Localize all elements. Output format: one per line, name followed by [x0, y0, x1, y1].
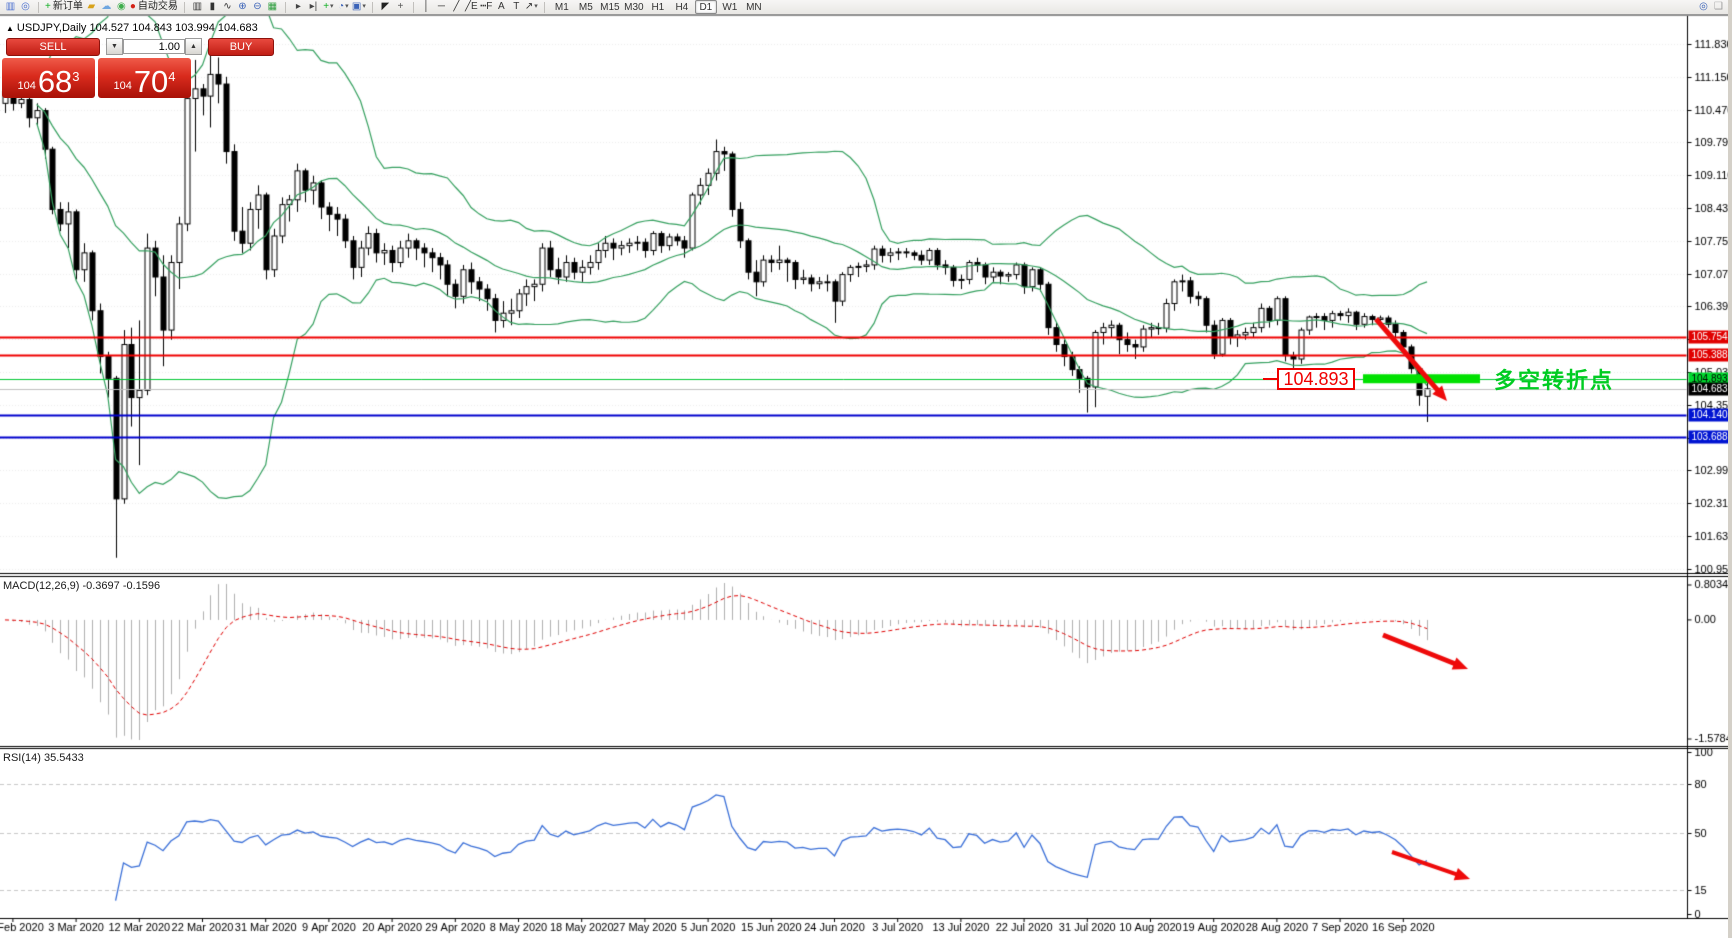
candle-chart-icon[interactable]: ▮: [206, 1, 219, 13]
bid-pip: 3: [72, 69, 79, 84]
fibonacci-icon[interactable]: ┅F: [480, 1, 493, 13]
text-icon[interactable]: A: [495, 1, 508, 13]
tile-windows-icon[interactable]: ▦: [266, 1, 279, 13]
autotrade-icon-label: 自动交易: [138, 2, 178, 12]
chevron-down-icon: ▾: [534, 2, 538, 12]
toolbar-separator: [184, 2, 185, 13]
one-click-trade-row: SELL ▼ 1.00 ▲ BUY: [6, 38, 274, 55]
ask-prefix: 104: [113, 80, 131, 92]
new-order-icon[interactable]: +新订单: [45, 1, 83, 13]
timeframe-w1[interactable]: W1: [719, 0, 741, 14]
timeframe-mn[interactable]: MN: [743, 0, 765, 14]
bid-main: 68: [38, 68, 72, 96]
chevron-down-icon: ▾: [362, 2, 366, 12]
new-order-icon-label: 新订单: [53, 2, 83, 12]
timeframe-d1[interactable]: D1: [695, 0, 717, 14]
mt4-window: ▥◎+新订单▰☁◉●自动交易▥▮∿⊕⊖▦▸▸|+▾◔▾▣▾◤+│─╱╱E┅FAT…: [0, 0, 1732, 938]
ask-panel[interactable]: 104704: [98, 58, 191, 98]
timeframe-m1[interactable]: M1: [551, 0, 573, 14]
price-annotation-box[interactable]: 104.893: [1277, 368, 1355, 390]
channel-icon[interactable]: ╱E: [465, 1, 478, 13]
line-chart-icon[interactable]: ∿: [221, 1, 234, 13]
horizontal-line-icon[interactable]: ─: [435, 1, 448, 13]
sell-button[interactable]: SELL: [6, 38, 100, 56]
volume-up-button[interactable]: ▲: [185, 38, 202, 55]
mql5-cloud-icon[interactable]: ☁: [100, 1, 113, 13]
chat-icon[interactable]: ❑: [1712, 1, 1725, 13]
ask-pip: 4: [168, 69, 175, 84]
quote-panels: 104683 104704: [2, 58, 194, 98]
ask-main: 70: [134, 68, 168, 96]
autotrade-icon[interactable]: ●自动交易: [130, 1, 178, 13]
timeframe-m15[interactable]: M15: [599, 0, 621, 14]
templates-icon[interactable]: ▣▾: [352, 1, 366, 13]
timeframe-h4[interactable]: H4: [671, 0, 693, 14]
bar-chart-icon[interactable]: ▥: [191, 1, 204, 13]
bid-prefix: 104: [17, 80, 35, 92]
timeframe-m30[interactable]: M30: [623, 0, 645, 14]
zoom-out-icon[interactable]: ⊖: [251, 1, 264, 13]
zoom-in-icon[interactable]: ⊕: [236, 1, 249, 13]
main-toolbar: ▥◎+新订单▰☁◉●自动交易▥▮∿⊕⊖▦▸▸|+▾◔▾▣▾◤+│─╱╱E┅FAT…: [0, 0, 1732, 15]
arrows-tool-icon[interactable]: ↗▾: [525, 1, 538, 13]
toolbar-separator: [413, 2, 414, 13]
toolbar-icons: ▥◎+新订单▰☁◉●自动交易▥▮∿⊕⊖▦▸▸|+▾◔▾▣▾◤+│─╱╱E┅FAT…: [0, 0, 547, 14]
auto-scroll-icon[interactable]: ▸: [292, 1, 305, 13]
symbol-ohlc-text: USDJPY,Daily 104.527 104.843 103.994 104…: [17, 22, 258, 34]
toolbar-separator: [372, 2, 373, 13]
price-chart-canvas[interactable]: [0, 14, 1732, 938]
toolbar-right-icons: ◎❑: [1696, 1, 1732, 13]
volume-down-button[interactable]: ▼: [106, 38, 123, 55]
price-note-leader-line: [1263, 378, 1277, 380]
timeframe-h1[interactable]: H1: [647, 0, 669, 14]
chart-window-icon[interactable]: ▥: [4, 1, 17, 13]
periods-icon[interactable]: ◔▾: [337, 1, 350, 13]
chevron-down-icon: ▾: [345, 2, 349, 12]
buy-button[interactable]: BUY: [208, 38, 274, 56]
toolbar-separator: [38, 2, 39, 13]
signals-icon[interactable]: ◉: [115, 1, 128, 13]
symbol-info: ▲USDJPY,Daily 104.527 104.843 103.994 10…: [6, 22, 258, 34]
rsi-indicator-label: RSI(14) 35.5433: [3, 752, 84, 764]
text-label-icon[interactable]: T: [510, 1, 523, 13]
collapse-triangle-icon[interactable]: ▲: [6, 24, 14, 33]
search-icon[interactable]: ◎: [1697, 1, 1710, 13]
volume-input[interactable]: 1.00: [123, 39, 185, 54]
toolbar-separator: [285, 2, 286, 13]
chart-area: ▲USDJPY,Daily 104.527 104.843 103.994 10…: [0, 14, 1732, 938]
timeframe-bar: M1M5M15M30H1H4D1W1MN: [547, 0, 769, 14]
chart-shift-icon[interactable]: ▸|: [307, 1, 320, 13]
timeframe-m5[interactable]: M5: [575, 0, 597, 14]
bid-panel[interactable]: 104683: [2, 58, 95, 98]
market-watch-icon[interactable]: ◎: [19, 1, 32, 13]
vertical-line-icon[interactable]: │: [420, 1, 433, 13]
toolbar-separator: [544, 2, 545, 13]
gold-icon[interactable]: ▰: [85, 1, 98, 13]
indicators-icon[interactable]: +▾: [322, 1, 335, 13]
trendline-icon[interactable]: ╱: [450, 1, 463, 13]
cursor-icon[interactable]: ◤: [379, 1, 392, 13]
chevron-down-icon: ▾: [330, 2, 334, 12]
macd-indicator-label: MACD(12,26,9) -0.3697 -0.1596: [3, 580, 160, 592]
crosshair-icon[interactable]: +: [394, 1, 407, 13]
turning-point-annotation[interactable]: 多空转折点: [1494, 363, 1614, 395]
